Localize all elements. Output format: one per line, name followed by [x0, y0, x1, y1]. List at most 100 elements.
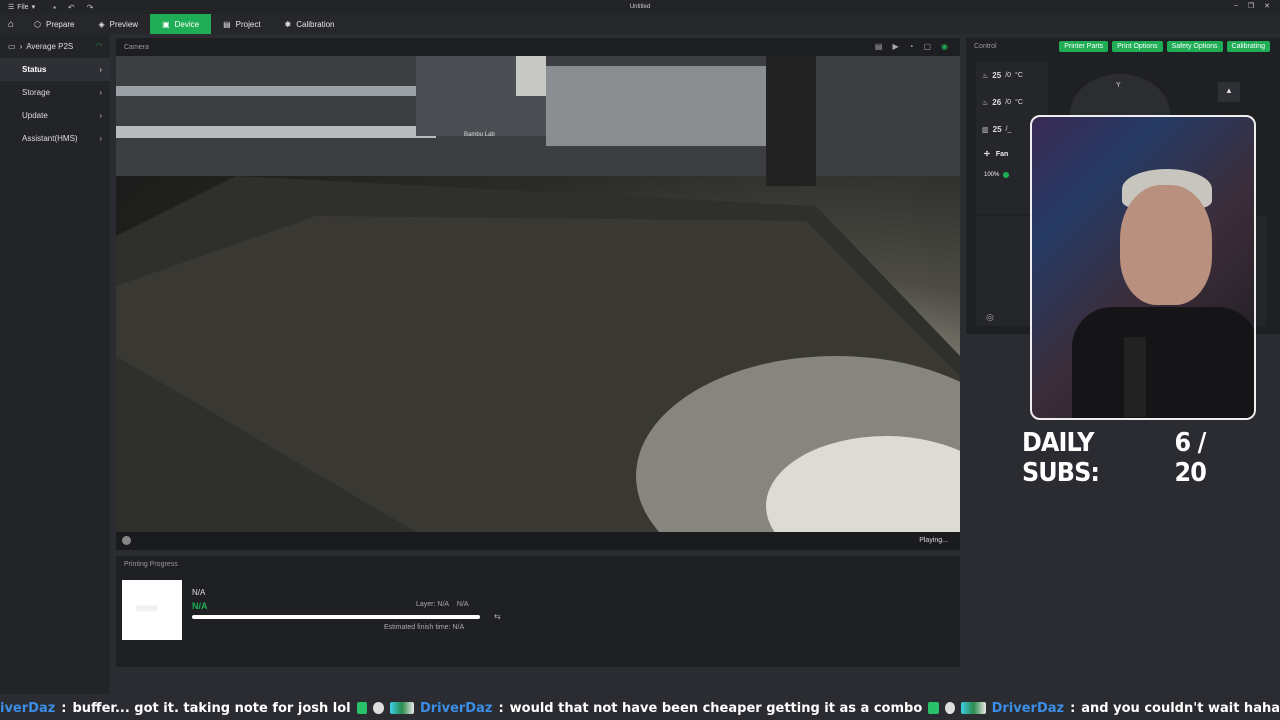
chevron-right-icon: ›	[19, 41, 23, 51]
z-up-button[interactable]: ▲	[1218, 82, 1240, 102]
sd-card-icon[interactable]: ▤	[875, 42, 883, 51]
chat-message: would that not have been cheaper getting…	[509, 700, 923, 716]
progress-percent: N/A	[456, 601, 469, 608]
bed-temp[interactable]: ♨ 26/0 °C	[976, 89, 1048, 116]
monitor-icon: ▭	[8, 41, 16, 51]
chat-message: and you couldn't wait haha	[1081, 700, 1280, 716]
tab-preview[interactable]: ◈ Preview	[86, 14, 150, 34]
tab-label: Project	[235, 19, 261, 29]
calibrating-button[interactable]: Calibrating	[1226, 41, 1270, 52]
sidebar-item-update[interactable]: Update ›	[0, 104, 110, 127]
undo-icon[interactable]: ↶	[68, 3, 75, 12]
tab-calibration[interactable]: ✱ Calibration	[273, 14, 347, 34]
nozzle-temp[interactable]: ♨ 25/0 °C	[976, 62, 1048, 89]
temp-unit: °C	[1015, 72, 1023, 79]
sidebar-item-label: Update	[22, 111, 48, 120]
layer-info: Layer: N/A N/A	[416, 601, 469, 608]
device-name: Average P2S	[26, 41, 74, 51]
refresh-icon[interactable]: ⇆	[494, 612, 501, 621]
calibration-icon: ✱	[284, 19, 292, 29]
record-icon[interactable]: ◉	[941, 42, 948, 51]
printer-brand-label: Bambu Lab	[464, 132, 495, 138]
video-icon[interactable]: ▶	[892, 42, 898, 51]
camera-switch-icon[interactable]: ▢	[923, 42, 931, 51]
main-tabs: ⌂ ⬡ Prepare ◈ Preview ▣ Device ▤ Project ✱ Ca…	[0, 14, 1280, 34]
chat-user: DriverDaz	[419, 700, 493, 716]
play-icon[interactable]	[122, 536, 131, 545]
tab-project[interactable]: ▤ Project	[211, 14, 272, 34]
camera-status: Playing...	[919, 537, 948, 544]
print-name: N/A	[192, 588, 206, 597]
chat-user: iverDaz	[0, 700, 56, 716]
temp-unit: °C	[1015, 99, 1023, 106]
chevron-right-icon: ›	[99, 111, 102, 120]
emote-icon	[928, 702, 939, 714]
brand-watermark: ▒▒▒▒▒▒	[136, 606, 158, 612]
progress-bar	[192, 615, 480, 619]
camera-feed[interactable]: Bambu Lab	[116, 56, 960, 532]
speed-value: 100%	[984, 172, 1000, 178]
emote-icon	[961, 702, 986, 714]
file-menu[interactable]: ☰ File ▾	[8, 3, 36, 12]
temp-value: 25	[992, 71, 1002, 80]
app-window: ☰ File ▾ ▪ ↶ ↷ Untitled – ❐ ✕ ⌂ ⬡ Prepare…	[0, 0, 1280, 720]
timelapse-icon[interactable]: ◔	[909, 42, 914, 51]
minimize-icon[interactable]: –	[1234, 2, 1238, 10]
cube-icon: ⬡	[34, 19, 41, 29]
home-icon[interactable]: ⌂	[0, 19, 22, 30]
project-icon: ▤	[223, 19, 231, 29]
printing-progress-panel: Printing Progress ▒▒▒▒▒▒ N/A N/A Layer: …	[116, 556, 960, 667]
chat-colon: :	[498, 700, 504, 716]
save-icon[interactable]: ▪	[53, 3, 56, 12]
tab-device[interactable]: ▣ Device	[150, 14, 212, 34]
sidebar: ▭ › Average P2S ◠ Status › Storage › Updat…	[0, 34, 110, 694]
locate-icon[interactable]: ◎	[986, 312, 994, 323]
chat-ticker: iverDaz: buffer... got it. taking note f…	[0, 696, 1280, 720]
streamer-face	[1120, 185, 1212, 305]
close-icon[interactable]: ✕	[1264, 2, 1270, 10]
chamber-icon: ▥	[982, 126, 989, 134]
emote-icon	[389, 702, 414, 714]
bed-icon: ♨	[982, 99, 989, 107]
device-selector[interactable]: ▭ › Average P2S ◠	[0, 34, 110, 58]
maximize-icon[interactable]: ❐	[1248, 2, 1254, 10]
tab-label: Prepare	[45, 19, 75, 29]
layers-icon: ◈	[98, 19, 105, 29]
temp-target: /0	[1005, 99, 1012, 106]
chevron-down-icon: ▾	[31, 4, 36, 11]
camera-panel: Camera ▤ ▶ ◔ ▢ ◉ Bambu Lab Playing...	[116, 38, 960, 550]
sidebar-item-status[interactable]: Status ›	[0, 58, 110, 81]
chat-colon: :	[61, 700, 67, 716]
lamp-indicator[interactable]	[1003, 172, 1010, 178]
fan-label: Fan	[995, 150, 1009, 158]
webcam-overlay	[1030, 115, 1256, 420]
tab-label: Calibration	[296, 19, 335, 29]
menu-icon: ☰	[8, 4, 15, 11]
printer-bed-image: Bambu Lab	[116, 56, 960, 532]
emote-icon	[944, 702, 956, 714]
daily-subs-counter: DAILY SUBS: 6 / 20	[1022, 428, 1243, 488]
layer-text: Layer: N/A	[416, 601, 450, 608]
safety-options-button[interactable]: Safety Options	[1166, 41, 1223, 52]
print-options-button[interactable]: Print Options	[1112, 41, 1163, 52]
chevron-right-icon: ›	[99, 88, 102, 97]
wifi-icon: ◠	[95, 43, 102, 50]
temp-value: 25	[992, 125, 1002, 134]
chat-user: DriverDaz	[991, 700, 1065, 716]
tab-prepare[interactable]: ⬡ Prepare	[22, 14, 86, 34]
fan-icon: ✢	[984, 151, 990, 158]
sidebar-item-label: Storage	[22, 88, 51, 97]
emote-icon	[373, 702, 384, 714]
sidebar-item-assistant[interactable]: Assistant(HMS) ›	[0, 127, 110, 150]
temp-value: 26	[992, 98, 1002, 107]
control-header: Control	[974, 43, 997, 50]
redo-icon[interactable]: ↷	[87, 3, 94, 12]
chevron-right-icon: ›	[99, 134, 102, 143]
file-menu-label: File	[17, 3, 29, 11]
window-title: Untitled	[629, 4, 651, 10]
printer-parts-button[interactable]: Printer Parts	[1059, 41, 1109, 52]
microphone	[1124, 337, 1146, 417]
streamer-body	[1072, 307, 1254, 418]
print-state: N/A	[192, 601, 208, 611]
sidebar-item-storage[interactable]: Storage ›	[0, 81, 110, 104]
